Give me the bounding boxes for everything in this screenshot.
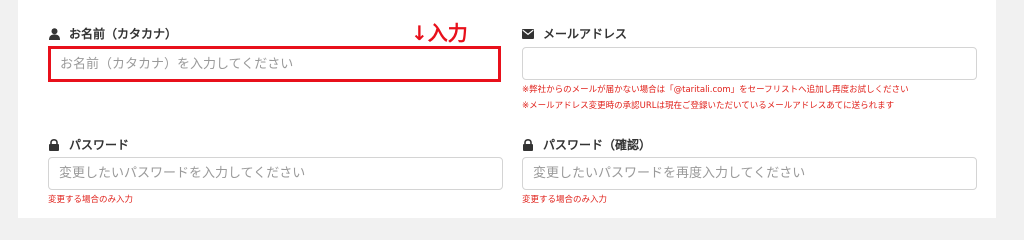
email-label-text: メールアドレス: [543, 27, 628, 41]
email-label: メールアドレス: [522, 25, 627, 42]
envelope-icon: [522, 28, 534, 40]
input-annotation: ↓入力: [411, 21, 468, 45]
user-icon: [48, 27, 60, 40]
email-input[interactable]: [522, 47, 977, 80]
name-label-text: お名前（カタカナ）: [69, 27, 178, 41]
email-approval-note: ※メールアドレス変更時の承認URLは現在ご登録いただいているメールアドレスあてに…: [522, 101, 895, 111]
name-label: お名前（カタカナ）: [48, 25, 177, 42]
password-input[interactable]: [48, 157, 503, 190]
lock-icon: [48, 138, 60, 151]
password-confirm-input[interactable]: [522, 157, 977, 190]
password-confirm-label-text: パスワード（確認）: [543, 138, 652, 152]
password-confirm-note: 変更する場合のみ入力: [522, 195, 608, 205]
password-label: パスワード: [48, 136, 129, 153]
lock-icon: [522, 138, 534, 151]
password-label-text: パスワード: [69, 138, 130, 152]
email-safelist-note: ※弊社からのメールが届かない場合は「@taritali.com」をセーフリストへ…: [522, 85, 909, 95]
password-confirm-label: パスワード（確認）: [522, 136, 651, 153]
name-input[interactable]: [48, 46, 501, 82]
password-note: 変更する場合のみ入力: [48, 195, 134, 205]
